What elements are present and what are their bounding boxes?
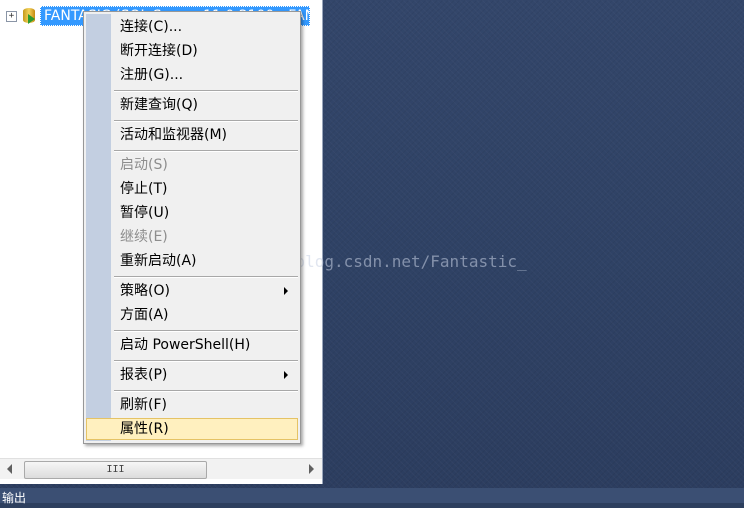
menu-item-policies[interactable]: 策略(O) [86, 280, 298, 302]
menu-item-properties[interactable]: 属性(R) [86, 418, 298, 440]
menu-item-start-powershell[interactable]: 启动 PowerShell(H) [86, 334, 298, 356]
menu-item-disconnect[interactable]: 断开连接(D) [86, 40, 298, 62]
scroll-right-icon[interactable] [309, 464, 314, 474]
menu-item-reports[interactable]: 报表(P) [86, 364, 298, 386]
menu-item-policies-label: 策略(O) [120, 283, 170, 299]
menu-separator [114, 330, 298, 332]
output-panel-title[interactable]: 输出 [0, 488, 744, 505]
menu-item-facets[interactable]: 方面(A) [86, 304, 298, 326]
submenu-arrow-icon [284, 287, 288, 295]
menu-separator [114, 90, 298, 92]
menu-separator [114, 360, 298, 362]
menu-item-refresh[interactable]: 刷新(F) [86, 394, 298, 416]
expand-icon[interactable]: + [6, 10, 17, 22]
submenu-arrow-icon [284, 371, 288, 379]
menu-item-pause[interactable]: 暂停(U) [86, 202, 298, 224]
menu-separator [114, 390, 298, 392]
menu-item-resume: 继续(E) [120, 229, 168, 245]
menu-separator [114, 120, 298, 122]
menu-item-register[interactable]: 注册(G)... [86, 64, 298, 86]
menu-separator [114, 150, 298, 152]
horizontal-scrollbar[interactable]: III [0, 458, 322, 479]
scroll-left-icon[interactable] [7, 464, 12, 474]
menu-item-new-query[interactable]: 新建查询(Q) [86, 94, 298, 116]
database-server-icon [22, 8, 36, 24]
menu-item-connect[interactable]: 连接(C)... [86, 16, 298, 38]
menu-item-stop[interactable]: 停止(T) [86, 178, 298, 200]
menu-item-restart[interactable]: 重新启动(A) [86, 250, 298, 272]
scroll-thumb[interactable]: III [24, 461, 207, 479]
menu-item-start: 启动(S) [120, 157, 168, 173]
menu-separator [114, 276, 298, 278]
menu-item-activity-monitor[interactable]: 活动和监视器(M) [86, 124, 298, 146]
menu-item-reports-label: 报表(P) [120, 367, 168, 383]
context-menu: 连接(C)... 断开连接(D) 注册(G)... 新建查询(Q) 活动和监视器… [83, 11, 301, 444]
